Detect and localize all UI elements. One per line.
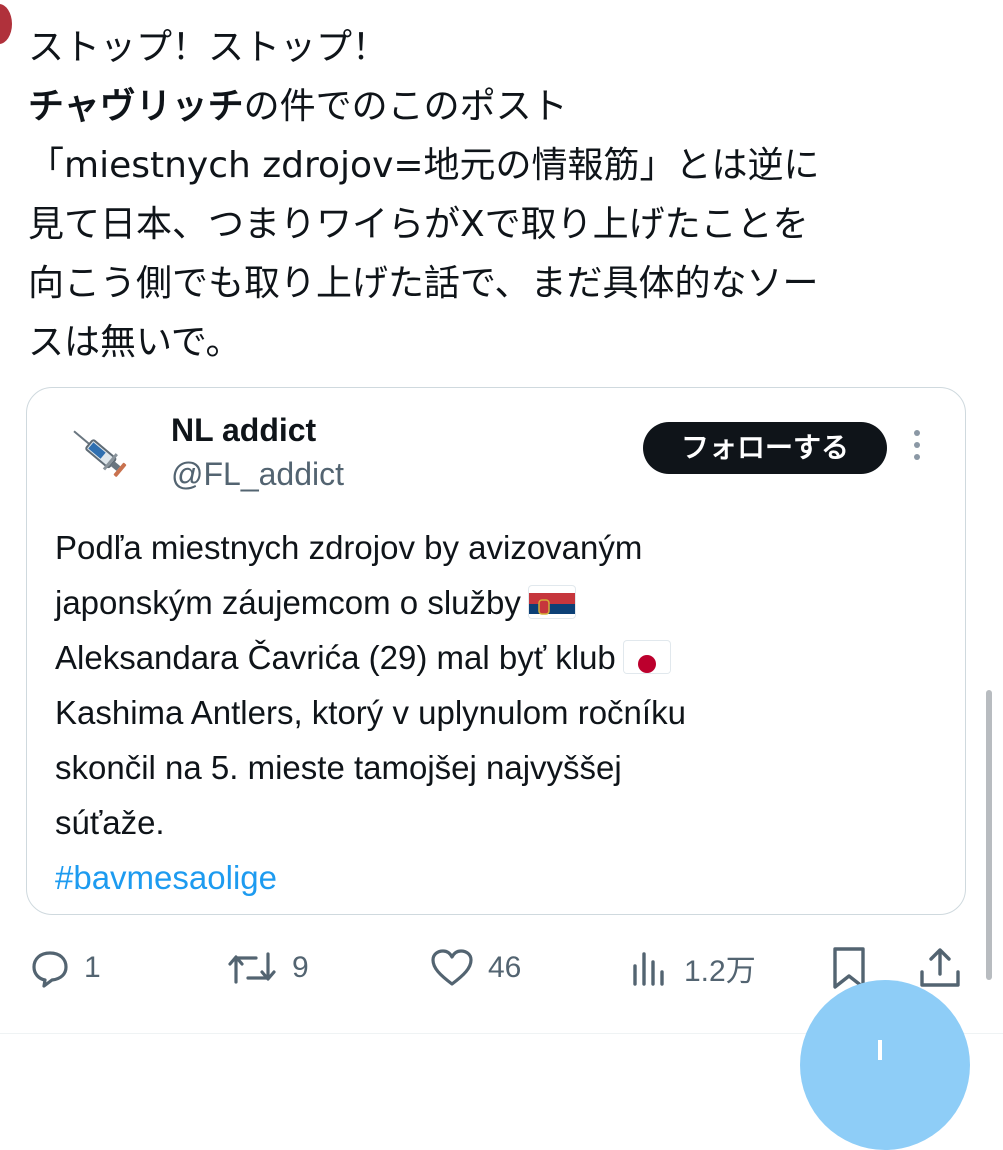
author-avatar[interactable] [0, 4, 12, 44]
more-options-icon[interactable] [911, 430, 923, 466]
views-button[interactable]: 1.2万 [630, 938, 756, 998]
tweet-line-1: ストップ！ストップ！ [28, 27, 389, 68]
like-button[interactable]: 46 [430, 938, 521, 998]
quote-line-4: Kashima Antlers, ktorý v uplynulom roční… [55, 694, 686, 731]
quoted-author-name[interactable]: NL addict [171, 412, 316, 449]
quote-line-6: súťaže. [55, 804, 165, 841]
syringe-icon[interactable] [63, 424, 133, 484]
serbia-flag-icon [528, 586, 575, 618]
hashtag-link[interactable]: #bavmesaolige [55, 850, 935, 905]
quoted-post-card[interactable]: NL addict @FL_addict フォローする Podľa miestn… [26, 387, 966, 915]
tweet-line-4: 見て日本、つまりワイらがXで取り上げたことを [28, 204, 809, 245]
action-bar: 1 9 46 1.2万 [26, 938, 976, 998]
views-icon [633, 952, 664, 986]
japan-flag-icon [623, 641, 670, 673]
repost-count: 9 [292, 951, 309, 984]
views-count: 1.2万 [684, 955, 756, 988]
share-icon [920, 948, 960, 987]
tweet-line-2: チャヴリッチの件でのこのポスト [28, 86, 568, 127]
tweet-text: ストップ！ストップ！ チャヴリッチの件でのこのポスト 「miestnych zd… [28, 18, 978, 372]
tweet-line-5: 向こう側でも取り上げた話で、まだ具体的なソー [28, 263, 819, 304]
heart-icon [431, 949, 473, 986]
scrollbar[interactable] [986, 690, 992, 980]
quoted-author-handle[interactable]: @FL_addict [171, 456, 344, 493]
quote-line-3: Aleksandara Čavrića (29) mal byť klub [55, 630, 935, 685]
repost-icon [228, 952, 276, 984]
reply-icon [32, 951, 68, 988]
compose-button[interactable] [800, 980, 970, 1150]
plus-icon [878, 1040, 882, 1060]
follow-button[interactable]: フォローする [643, 422, 887, 474]
reply-button[interactable]: 1 [30, 938, 101, 998]
quote-line-1: Podľa miestnych zdrojov by avizovaným [55, 529, 643, 566]
quoted-post-text: Podľa miestnych zdrojov by avizovaným ja… [55, 520, 935, 905]
tweet-line-6: スは無いで。 [28, 322, 242, 363]
tweet-bold-text: チャヴリッチ [28, 86, 244, 127]
quote-line-2: japonským záujemcom o služby [55, 575, 935, 630]
quote-line-5: skončil na 5. mieste tamojšej najvyššej [55, 749, 622, 786]
repost-button[interactable]: 9 [226, 938, 309, 998]
tweet-line-3: 「miestnych zdrojov=地元の情報筋」とは逆に [28, 145, 820, 186]
like-count: 46 [488, 951, 522, 984]
reply-count: 1 [84, 951, 101, 984]
